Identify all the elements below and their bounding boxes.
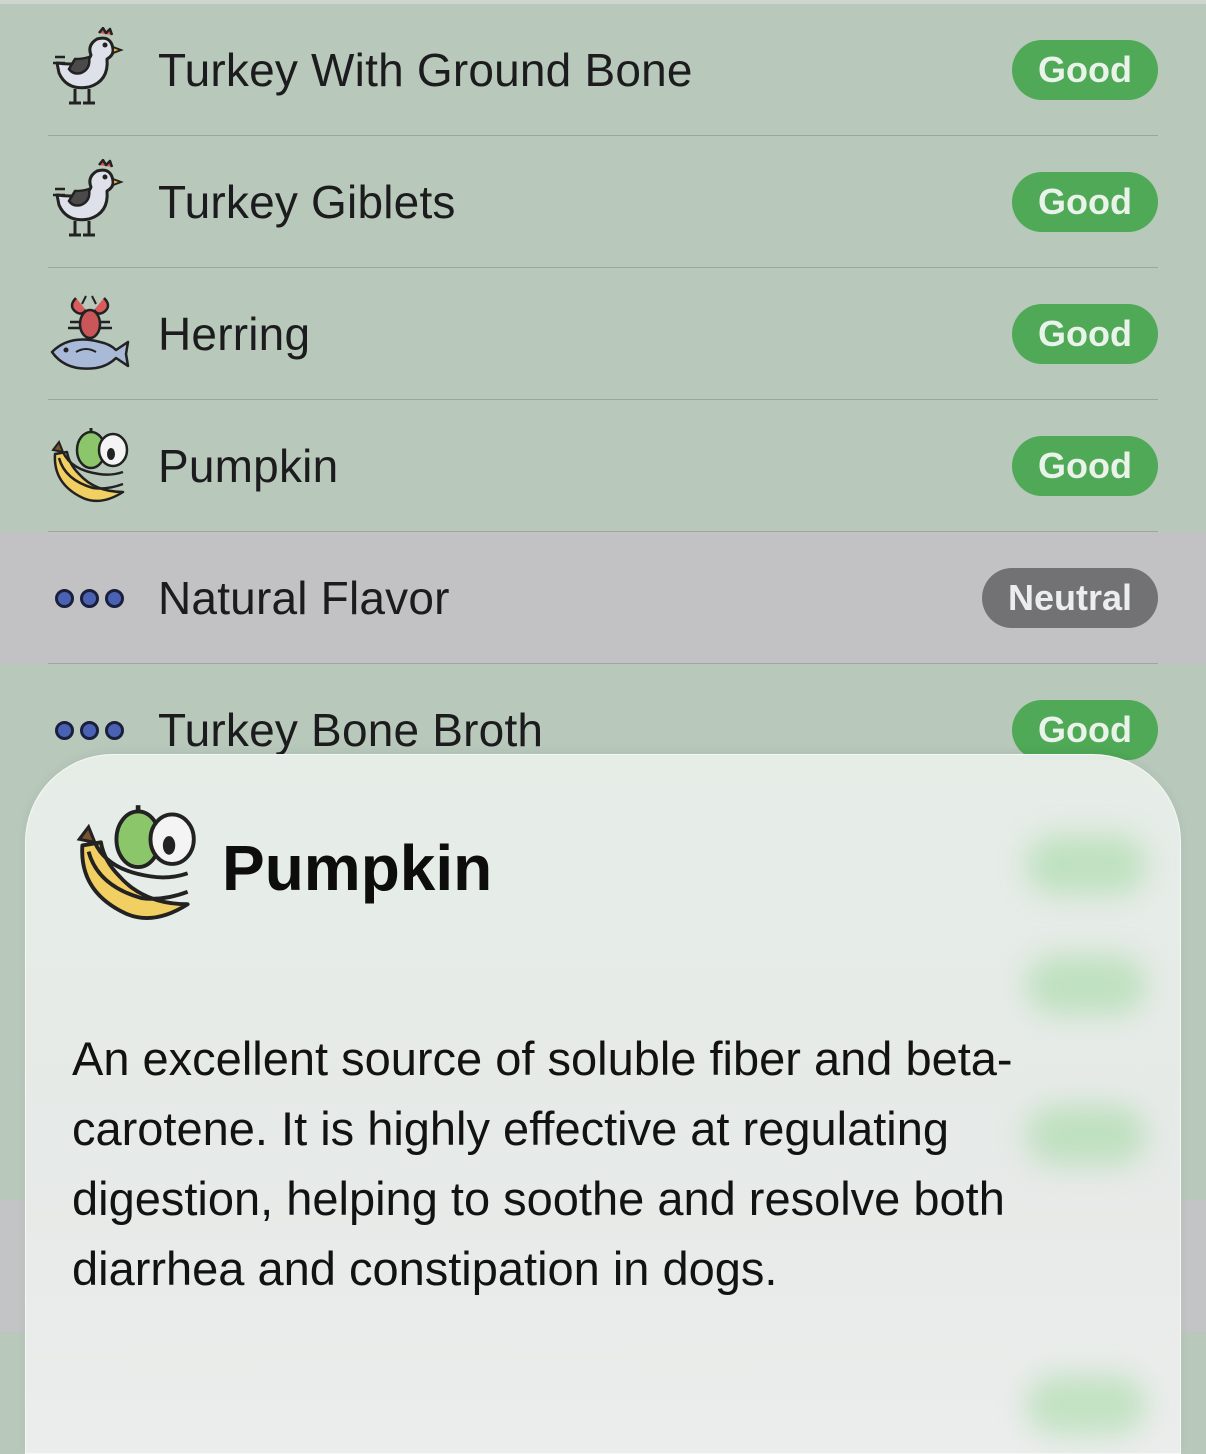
ingredient-name: Turkey Bone Broth (158, 704, 544, 756)
ingredient-row[interactable]: Pumpkin Good (0, 400, 1206, 532)
rating-badge: Good (1012, 40, 1158, 100)
blurred-badge (1026, 1375, 1146, 1435)
rating-badge: Good (1012, 304, 1158, 364)
detail-description: An excellent source of soluble fiber and… (72, 1032, 1013, 1295)
rating-badge: Good (1012, 436, 1158, 496)
ingredient-name: Herring (158, 308, 311, 360)
detail-title: Pumpkin (222, 832, 493, 904)
ingredient-row[interactable]: Herring Good (0, 268, 1206, 400)
ingredient-name: Turkey Giblets (158, 176, 456, 228)
blurred-badge (1026, 835, 1146, 895)
ingredient-row[interactable]: Natural Flavor Neutral (0, 532, 1206, 664)
ingredient-row[interactable]: Turkey Giblets Good (0, 136, 1206, 268)
rating-badge: Neutral (981, 568, 1158, 628)
ingredient-name: Turkey With Ground Bone (158, 44, 693, 96)
ingredient-name: Pumpkin (158, 440, 339, 492)
more-dots-icon (46, 555, 132, 641)
blurred-badge (1026, 955, 1146, 1015)
fruit-icon (70, 799, 200, 929)
fruit-icon (46, 423, 132, 509)
chicken-icon (46, 27, 132, 113)
rating-badge: Good (1012, 700, 1158, 760)
ingredient-name: Natural Flavor (158, 572, 450, 624)
chicken-icon (46, 159, 132, 245)
ingredient-row[interactable]: Turkey With Ground Bone Good (0, 4, 1206, 136)
rating-badge: Good (1012, 172, 1158, 232)
ingredient-list: Turkey With Ground Bone Good Turkey Gibl… (0, 4, 1206, 796)
seafood-icon (46, 291, 132, 377)
ingredient-detail-sheet[interactable]: Pumpkin An excellent source of soluble f… (25, 754, 1181, 1454)
